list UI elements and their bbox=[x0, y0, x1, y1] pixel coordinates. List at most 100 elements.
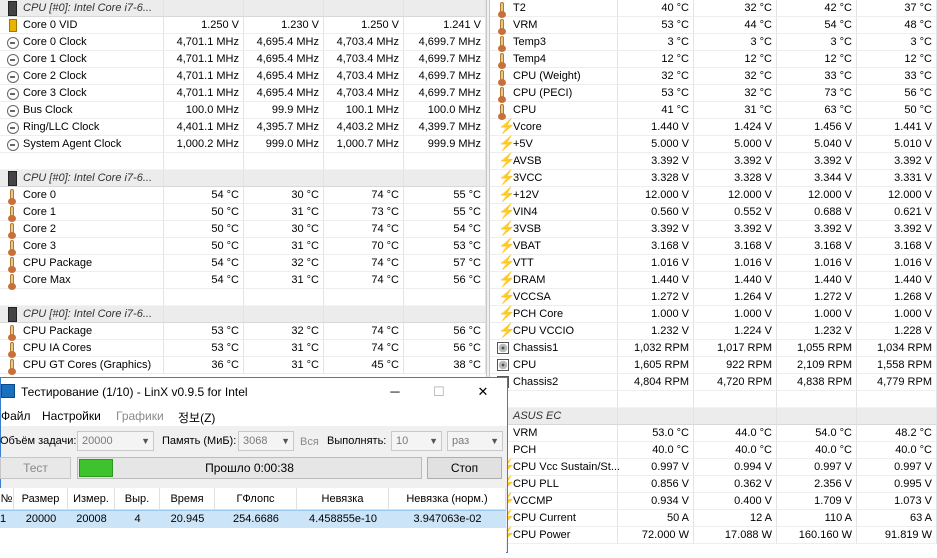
thermometer-icon bbox=[498, 104, 506, 120]
sensor-row-vccsa[interactable]: ⚡ VCCSA 1.272 V 1.264 V 1.272 V 1.268 V bbox=[490, 289, 937, 306]
column-header-6[interactable]: Невязка bbox=[297, 488, 389, 510]
problem-size-value: 20000 bbox=[82, 435, 113, 447]
sensor-row-vrm[interactable]: VRM 53 °C 44 °C 54 °C 48 °C bbox=[490, 17, 937, 35]
sensor-row-cpu-ia-cores[interactable]: CPU IA Cores 53 °C 31 °C 74 °C 56 °C bbox=[0, 340, 486, 358]
sensor-row-vtt[interactable]: ⚡ VTT 1.016 V 1.016 V 1.016 V 1.016 V bbox=[490, 255, 937, 272]
sensor-row-cpu-vcc-sustain-st[interactable]: ⚡CPU Vcc Sustain/St...0.997 V0.994 V0.99… bbox=[490, 459, 937, 476]
menu-graphs[interactable]: Графики bbox=[116, 409, 164, 423]
section-header[interactable]: CPU [#0]: Intel Core i7-6... bbox=[0, 306, 486, 323]
sensor-row-cpu-package[interactable]: CPU Package 53 °C 32 °C 74 °C 56 °C bbox=[0, 323, 486, 341]
all-memory-checkbox-label[interactable]: Вся bbox=[300, 436, 319, 448]
sensor-row-cpu-package[interactable]: CPU Package 54 °C 32 °C 74 °C 57 °C bbox=[0, 255, 486, 273]
section-header-blank bbox=[618, 408, 694, 425]
minimum-value: 0.552 V bbox=[694, 204, 777, 221]
sensor-row-cpu-peci[interactable]: CPU (PECI) 53 °C 32 °C 73 °C 56 °C bbox=[490, 85, 937, 103]
section-header[interactable]: ASUS EC bbox=[490, 408, 937, 425]
sensor-row-core-max[interactable]: Core Max 54 °C 31 °C 74 °C 56 °C bbox=[0, 272, 486, 290]
sensor-row-chassis1[interactable]: Chassis1 1,032 RPM 1,017 RPM 1,055 RPM 1,034… bbox=[490, 340, 937, 357]
sensor-row-core-2-clock[interactable]: Core 2 Clock 4,701.1 MHz 4,695.4 MHz 4,703.… bbox=[0, 68, 486, 85]
sensor-row-cpu[interactable]: CPU 1,605 RPM 922 RPM 2,109 RPM 1,558 RPM bbox=[490, 357, 937, 374]
thermometer-icon bbox=[498, 53, 506, 69]
sensor-row-vin4[interactable]: ⚡ VIN4 0.560 V 0.552 V 0.688 V 0.621 V bbox=[490, 204, 937, 221]
maximum-value: 45 °C bbox=[324, 357, 404, 374]
sensor-row-ring-llc-clock[interactable]: Ring/LLC Clock 4,401.1 MHz 4,395.7 MHz 4,40… bbox=[0, 119, 486, 136]
sensor-row-cpu-weight[interactable]: CPU (Weight) 32 °C 32 °C 33 °C 33 °C bbox=[490, 68, 937, 86]
clock-icon bbox=[7, 122, 19, 134]
sensor-row-vbat[interactable]: ⚡ VBAT 3.168 V 3.168 V 3.168 V 3.168 V bbox=[490, 238, 937, 255]
sensor-row-3vcc[interactable]: ⚡ 3VCC 3.328 V 3.328 V 3.344 V 3.331 V bbox=[490, 170, 937, 187]
current-value: 53 °C bbox=[164, 340, 244, 357]
sensor-row-core-0-vid[interactable]: Core 0 VID 1.250 V 1.230 V 1.250 V 1.241 V bbox=[0, 17, 486, 34]
section-header[interactable]: CPU [#0]: Intel Core i7-6... bbox=[0, 170, 486, 187]
column-header-5[interactable]: ГФлопс bbox=[215, 488, 297, 510]
sensor-row-core-1[interactable]: Core 1 50 °C 31 °C 73 °C 55 °C bbox=[0, 204, 486, 222]
minimum-value: 1.264 V bbox=[694, 289, 777, 306]
cpu-chip-icon bbox=[8, 1, 17, 16]
average-value: 48.2 °C bbox=[857, 425, 937, 442]
menu-settings[interactable]: Настройки bbox=[42, 409, 101, 423]
result-row[interactable]: 1 20000 20008 4 20.945 254.6686 4.458855e-10 3.… bbox=[0, 510, 506, 529]
column-header-3[interactable]: Выр. bbox=[115, 488, 160, 510]
menu-info[interactable]: 정보(Z) bbox=[178, 409, 215, 426]
minimum-value: 4,695.4 MHz bbox=[244, 51, 324, 68]
sensor-row-vrm[interactable]: VRM 53.0 °C 44.0 °C 54.0 °C 48.2 °C bbox=[490, 425, 937, 443]
sensor-label: Core 2 bbox=[23, 223, 57, 235]
current-value: 0.934 V bbox=[618, 493, 694, 510]
sensor-row-core-1-clock[interactable]: Core 1 Clock 4,701.1 MHz 4,695.4 MHz 4,703.… bbox=[0, 51, 486, 68]
sensor-row-cpu-pll[interactable]: ⚡CPU PLL0.856 V0.362 V2.356 V0.995 V bbox=[490, 476, 937, 493]
sensor-row-cpu-vccio[interactable]: ⚡ CPU VCCIO 1.232 V 1.224 V 1.232 V 1.228 V bbox=[490, 323, 937, 340]
problem-size-combo[interactable]: 20000 ▼ bbox=[77, 431, 154, 451]
sensor-row-t2[interactable]: T2 40 °C 32 °C 42 °C 37 °C bbox=[490, 0, 937, 18]
sensor-row-vcore[interactable]: ⚡ Vcore 1.440 V 1.424 V 1.456 V 1.441 V bbox=[490, 119, 937, 136]
run-unit-combo[interactable]: раз ▼ bbox=[447, 431, 503, 451]
sensor-row-cpu-gt-cores-graphics[interactable]: CPU GT Cores (Graphics) 36 °C 31 °C 45 °C 38… bbox=[0, 357, 486, 375]
sensor-row-system-agent-clock[interactable]: System Agent Clock 1,000.2 MHz 999.0 MHz 1,… bbox=[0, 136, 486, 153]
sensor-row-core-3[interactable]: Core 3 50 °C 31 °C 70 °C 53 °C bbox=[0, 238, 486, 256]
column-header-4[interactable]: Время bbox=[160, 488, 215, 510]
sensor-row-cpu-power[interactable]: ⚡CPU Power72.000 W17.088 W160.160 W91.81… bbox=[490, 527, 937, 544]
spacer-cell bbox=[404, 153, 486, 170]
section-header-cell: CPU [#0]: Intel Core i7-6... bbox=[0, 306, 164, 323]
sensor-row-cpu[interactable]: CPU 41 °C 31 °C 63 °C 50 °C bbox=[490, 102, 937, 120]
section-header-blank bbox=[324, 170, 404, 187]
sensor-row-5v[interactable]: ⚡ +5V 5.000 V 5.000 V 5.040 V 5.010 V bbox=[490, 136, 937, 153]
maximize-button[interactable]: ☐ bbox=[417, 378, 461, 406]
sensor-row-core-2[interactable]: Core 2 50 °C 30 °C 74 °C 54 °C bbox=[0, 221, 486, 239]
maximum-value: 12.000 V bbox=[777, 187, 857, 204]
sensor-row-vccmp[interactable]: ⚡VCCMP0.934 V0.400 V1.709 V1.073 V bbox=[490, 493, 937, 510]
sensor-row-temp4[interactable]: Temp4 12 °C 12 °C 12 °C 12 °C bbox=[490, 51, 937, 69]
sensor-row-pch[interactable]: PCH 40.0 °C 40.0 °C 40.0 °C 40.0 °C bbox=[490, 442, 937, 460]
sensor-name-cell: ⚡ PCH Core bbox=[490, 306, 618, 323]
progress-bar: Прошло 0:00:38 bbox=[77, 457, 422, 479]
sensor-row-temp3[interactable]: Temp3 3 °C 3 °C 3 °C 3 °C bbox=[490, 34, 937, 52]
run-count-combo[interactable]: 10 ▼ bbox=[391, 431, 442, 451]
sensor-row-dram[interactable]: ⚡ DRAM 1.440 V 1.440 V 1.440 V 1.440 V bbox=[490, 272, 937, 289]
sensor-name-cell: Core 0 Clock bbox=[0, 34, 164, 51]
run-count-value: 10 bbox=[396, 435, 409, 447]
sensor-row-pch-core[interactable]: ⚡ PCH Core 1.000 V 1.000 V 1.000 V 1.000 V bbox=[490, 306, 937, 323]
section-header[interactable]: CPU [#0]: Intel Core i7-6... bbox=[0, 0, 486, 17]
test-button[interactable]: Тест bbox=[0, 457, 71, 479]
column-header-1[interactable]: Размер bbox=[14, 488, 68, 510]
thermometer-icon bbox=[8, 189, 16, 205]
sensor-row-bus-clock[interactable]: Bus Clock 100.0 MHz 99.9 MHz 100.1 MHz 100.0… bbox=[0, 102, 486, 119]
sensor-row-core-0[interactable]: Core 0 54 °C 30 °C 74 °C 55 °C bbox=[0, 187, 486, 205]
sensor-label: VRM bbox=[513, 427, 538, 439]
column-header-7[interactable]: Невязка (норм.) bbox=[389, 488, 506, 510]
sensor-row-core-3-clock[interactable]: Core 3 Clock 4,701.1 MHz 4,695.4 MHz 4,703.… bbox=[0, 85, 486, 102]
sensor-row-12v[interactable]: ⚡ +12V 12.000 V 12.000 V 12.000 V 12.000 V bbox=[490, 187, 937, 204]
sensor-row-chassis2[interactable]: Chassis2 4,804 RPM 4,720 RPM 4,838 RPM 4,779… bbox=[490, 374, 937, 391]
close-button[interactable]: ✕ bbox=[461, 378, 505, 406]
column-header-2[interactable]: Измер. bbox=[68, 488, 115, 510]
sensor-label: PCH Core bbox=[513, 308, 564, 320]
sensor-row-3vsb[interactable]: ⚡ 3VSB 3.392 V 3.392 V 3.392 V 3.392 V bbox=[490, 221, 937, 238]
sensor-row-core-0-clock[interactable]: Core 0 Clock 4,701.1 MHz 4,695.4 MHz 4,703.… bbox=[0, 34, 486, 51]
menu-file[interactable]: Файл bbox=[1, 409, 31, 423]
stop-button[interactable]: Стоп bbox=[427, 457, 502, 479]
sensor-row-cpu-current[interactable]: ⚡CPU Current50 A12 A110 A63 A bbox=[490, 510, 937, 527]
sensor-row-avsb[interactable]: ⚡ AVSB 3.392 V 3.392 V 3.392 V 3.392 V bbox=[490, 153, 937, 170]
column-header-0[interactable]: № bbox=[0, 488, 14, 510]
minimize-button[interactable]: ─ bbox=[373, 378, 417, 406]
linx-titlebar[interactable]: Тестирование (1/10) - LinX v0.9.5 for In… bbox=[1, 378, 507, 406]
memory-combo[interactable]: 3068 ▼ bbox=[238, 431, 294, 451]
